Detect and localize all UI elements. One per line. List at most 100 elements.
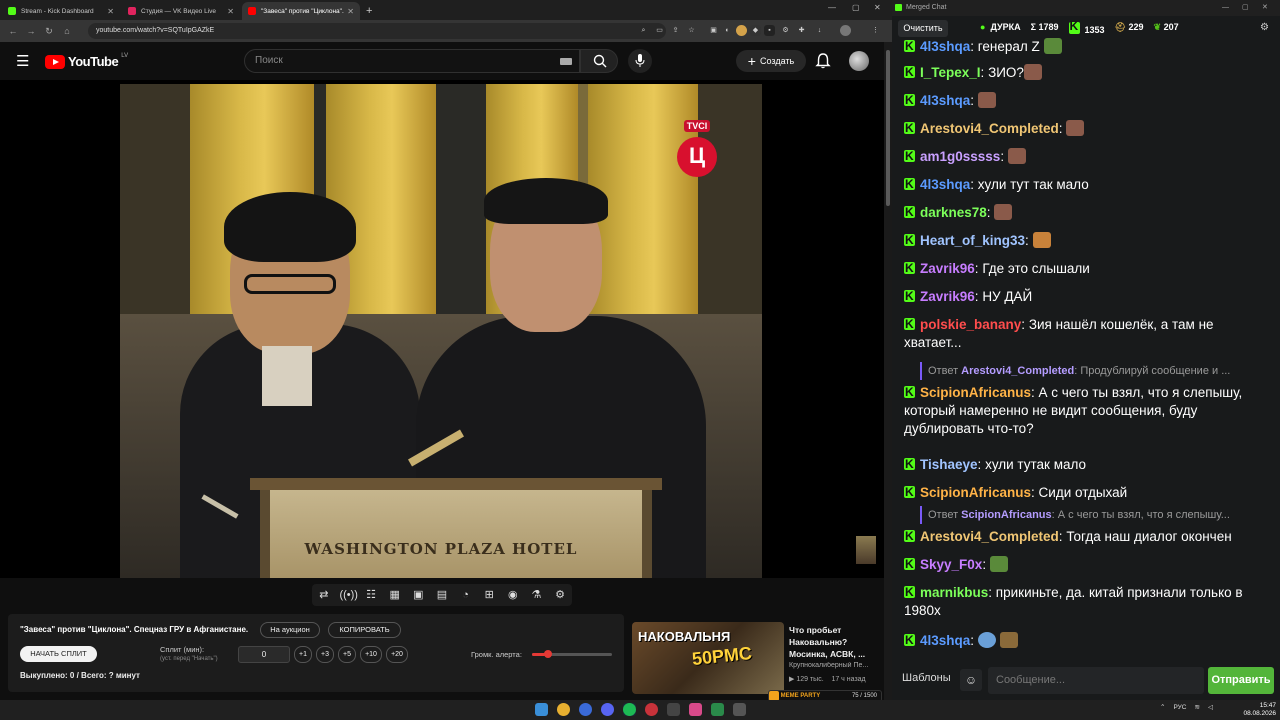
chat-username[interactable]: I_Tepex_I: [920, 65, 981, 80]
app-icon[interactable]: [711, 703, 724, 716]
add-5-button[interactable]: +5: [338, 646, 356, 663]
extension-icon[interactable]: ◐: [722, 25, 733, 36]
voice-search-button[interactable]: [628, 49, 652, 73]
chat-username[interactable]: 4l3shqa: [920, 39, 970, 54]
maximize-icon[interactable]: ▢: [1242, 0, 1249, 16]
chat-username[interactable]: ScipionAfricanus: [920, 385, 1031, 400]
split-minutes-input[interactable]: 0: [238, 646, 290, 663]
extension-icon[interactable]: [736, 25, 747, 36]
keyboard-icon[interactable]: [560, 58, 572, 65]
camera-icon[interactable]: ◉: [505, 587, 521, 603]
search-input[interactable]: Поиск: [244, 49, 580, 73]
loop-icon[interactable]: ⇄: [316, 587, 332, 603]
copy-button[interactable]: КОПИРОВАТЬ: [328, 622, 401, 638]
back-icon[interactable]: ←: [4, 26, 22, 36]
tab-vk-studio[interactable]: Студия — VK Видео Live ✕: [122, 2, 240, 20]
templates-button[interactable]: Шаблоны: [902, 672, 951, 684]
chevron-up-icon[interactable]: ⌃: [1160, 703, 1165, 711]
hamburger-menu-icon[interactable]: ☰: [16, 52, 29, 70]
settings-icon[interactable]: ⚙: [1260, 22, 1269, 33]
chat-username[interactable]: Zavrik96: [920, 289, 975, 304]
app-icon[interactable]: [667, 703, 680, 716]
close-tab-icon[interactable]: ✕: [107, 7, 114, 16]
film-strip-icon[interactable]: ▤: [434, 587, 450, 603]
flask-icon[interactable]: ⚗: [528, 587, 544, 603]
add-1-button[interactable]: +1: [294, 646, 312, 663]
settings-list-icon[interactable]: ☷: [363, 587, 379, 603]
puzzle-icon[interactable]: ✚: [796, 25, 807, 36]
add-10-button[interactable]: +10: [360, 646, 382, 663]
maximize-icon[interactable]: ▢: [852, 3, 860, 12]
add-video-icon[interactable]: ⊞: [481, 587, 497, 603]
page-scrollbar-thumb[interactable]: [886, 50, 890, 206]
volume-icon[interactable]: ◁: [1208, 703, 1213, 711]
tab-kick-dashboard[interactable]: Stream - Kick Dashboard ✕: [2, 2, 120, 20]
recommended-title[interactable]: Что пробьет Наковальню? Мосинка, АСВК, .…: [789, 624, 881, 660]
app-icon[interactable]: [579, 703, 592, 716]
broadcast-icon[interactable]: ((•)): [339, 587, 358, 603]
clock[interactable]: 15:47 08.08.2026: [1236, 702, 1276, 718]
home-icon[interactable]: ⌂: [58, 26, 76, 36]
chat-username[interactable]: darknes78: [920, 205, 987, 220]
volume-handle[interactable]: [544, 650, 552, 658]
extension-icon[interactable]: ⚙: [780, 25, 791, 36]
bookmark-icon[interactable]: ☆: [686, 25, 697, 36]
chrome-icon[interactable]: [557, 703, 570, 716]
chat-username[interactable]: Tishaeye: [920, 457, 978, 472]
profile-avatar-icon[interactable]: [840, 25, 851, 36]
spotify-icon[interactable]: [623, 703, 636, 716]
url-input[interactable]: youtube.com/watch?v=SQTuIpGAZkE: [88, 23, 666, 39]
close-window-icon[interactable]: ✕: [874, 3, 881, 12]
download-icon[interactable]: ↓: [814, 25, 825, 36]
discord-icon[interactable]: [601, 703, 614, 716]
forward-icon[interactable]: →: [22, 26, 40, 36]
menu-dots-icon[interactable]: ⋮: [870, 25, 881, 36]
share-icon[interactable]: ⇪: [670, 25, 681, 36]
recommended-thumbnail[interactable]: НАКОВАЛЬНЯ 50PMC: [632, 622, 784, 694]
chat-username[interactable]: Skyy_F0x: [920, 557, 982, 572]
language-indicator[interactable]: РУС: [1173, 704, 1186, 711]
close-tab-icon[interactable]: ✕: [347, 7, 354, 16]
notifications-bell-icon[interactable]: [814, 52, 832, 70]
chat-username[interactable]: Arestovi4_Completed: [920, 121, 1059, 136]
minimize-icon[interactable]: —: [828, 3, 836, 12]
speedometer-icon[interactable]: ◔: [458, 587, 474, 603]
new-tab-button[interactable]: +: [366, 2, 372, 20]
reload-icon[interactable]: ↻: [40, 26, 58, 37]
alert-volume-slider[interactable]: [532, 650, 612, 658]
send-button[interactable]: Отправить: [1208, 667, 1274, 694]
chat-username[interactable]: 4l3shqa: [920, 633, 970, 648]
emoji-picker-icon[interactable]: ☺: [960, 669, 982, 691]
gear-icon[interactable]: ⚙: [552, 587, 568, 603]
app-icon[interactable]: [689, 703, 702, 716]
video-player[interactable]: TVCI Ц WASHINGTON PLAZA HOTEL: [0, 80, 884, 578]
chat-username[interactable]: Heart_of_king33: [920, 233, 1025, 248]
minimize-icon[interactable]: —: [1222, 0, 1229, 16]
recommended-channel[interactable]: Крупнокалиберный Пе...: [789, 662, 881, 669]
reply-reference[interactable]: Ответ Arestovi4_Completed: Продублируй с…: [920, 362, 1270, 380]
start-menu-icon[interactable]: [535, 703, 548, 716]
picture-in-picture-icon[interactable]: ▣: [410, 587, 426, 603]
chat-username[interactable]: Arestovi4_Completed: [920, 529, 1059, 544]
chat-username[interactable]: 4l3shqa: [920, 177, 970, 192]
overlay-thumbnail[interactable]: [856, 536, 876, 564]
chat-message-input[interactable]: Сообщение...: [988, 667, 1204, 694]
reply-reference[interactable]: Ответ ScipionAfricanus: А с чего ты взял…: [920, 506, 1270, 524]
app-icon[interactable]: [645, 703, 658, 716]
app-icon[interactable]: [733, 703, 746, 716]
create-button[interactable]: + Создать: [736, 50, 806, 72]
extension-icon[interactable]: ▣: [708, 25, 719, 36]
chat-username[interactable]: ScipionAfricanus: [920, 485, 1031, 500]
search-button[interactable]: [580, 49, 618, 73]
chat-username[interactable]: marnikbus: [920, 585, 988, 600]
auction-button[interactable]: На аукцион: [260, 622, 320, 638]
cast-icon[interactable]: ▭: [654, 25, 665, 36]
add-20-button[interactable]: +20: [386, 646, 408, 663]
tab-youtube-video[interactable]: "Завеса" против "Циклона". Спецназ ГРУ в…: [242, 2, 360, 20]
close-tab-icon[interactable]: ✕: [227, 7, 234, 16]
chat-username[interactable]: 4l3shqa: [920, 93, 970, 108]
extension-icon[interactable]: ▪: [764, 25, 775, 36]
close-window-icon[interactable]: ✕: [1262, 0, 1268, 16]
chat-username[interactable]: am1g0sssss: [920, 149, 1000, 164]
start-split-button[interactable]: НАЧАТЬ СПЛИТ: [20, 646, 97, 662]
